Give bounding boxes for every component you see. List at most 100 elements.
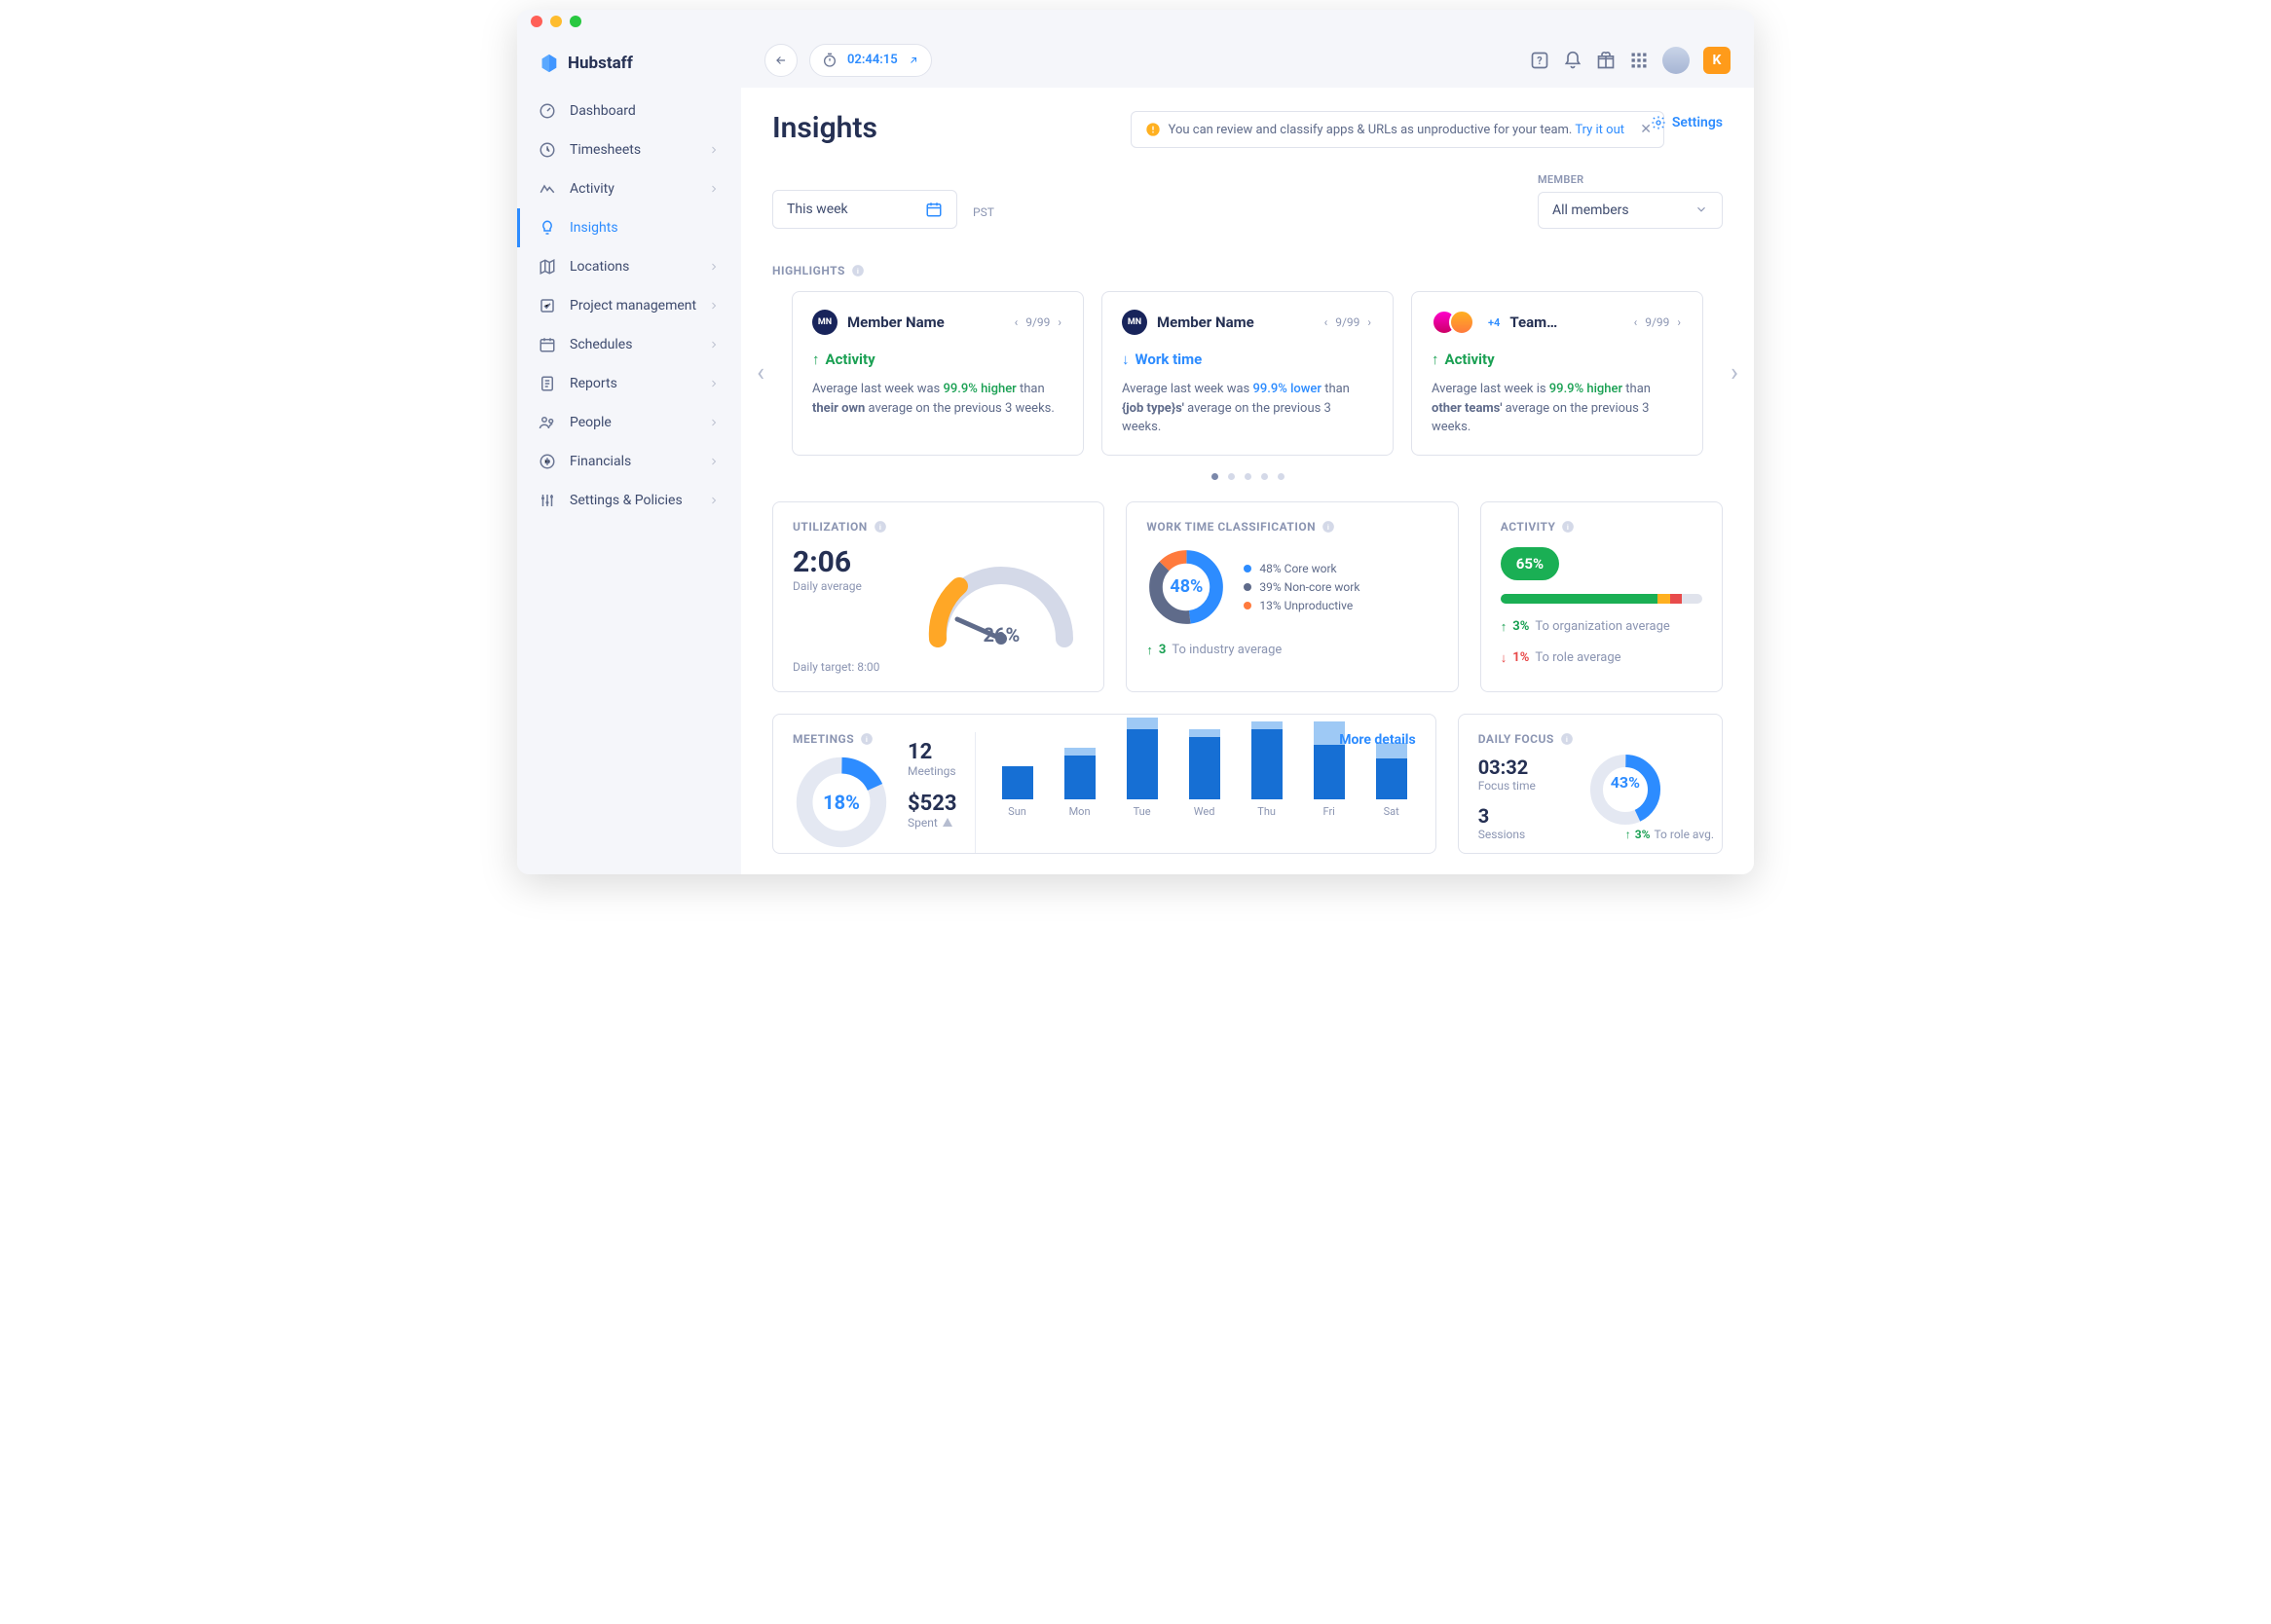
bar-column: Mon — [1056, 748, 1104, 818]
warning-icon — [942, 817, 953, 829]
nav-item-financials[interactable]: Financials — [517, 442, 741, 481]
svg-text:i: i — [879, 522, 881, 531]
info-icon[interactable]: i — [874, 520, 887, 534]
chevron-right-icon — [708, 144, 720, 156]
member-badge: MN — [1122, 310, 1147, 335]
user-avatar[interactable] — [1662, 47, 1690, 74]
date-range-picker[interactable]: This week — [772, 190, 957, 229]
nav-item-people[interactable]: People — [517, 403, 741, 442]
legend-item: 13% Unproductive — [1244, 599, 1359, 612]
bar — [1189, 729, 1220, 799]
highlights-section-label: HIGHLIGHTS i — [772, 264, 1723, 277]
wtc-legend: 48% Core work 39% Non-core work 13% Unprod… — [1244, 557, 1359, 617]
panel-title: MEETINGS — [793, 732, 854, 746]
info-icon[interactable]: i — [1560, 732, 1574, 746]
bar-column: Sun — [993, 766, 1042, 818]
meeting-stat: $523Spent — [908, 792, 957, 830]
nav-icon — [539, 102, 556, 120]
bar — [1002, 766, 1033, 799]
notice-text: You can review and classify apps & URLs … — [1169, 123, 1576, 137]
dot[interactable] — [1278, 473, 1284, 480]
chevron-right-icon — [708, 378, 720, 389]
bar — [1376, 743, 1407, 799]
brand-name: Hubstaff — [568, 54, 633, 73]
work-time-classification-panel: WORK TIME CLASSIFICATIONi 48% 48% Co — [1126, 501, 1458, 692]
activity-bar — [1501, 594, 1702, 604]
nav-item-locations[interactable]: Locations — [517, 247, 741, 286]
window-maximize-dot[interactable] — [570, 16, 581, 27]
brand: Hubstaff — [517, 41, 741, 92]
nav-item-settings-policies[interactable]: Settings & Policies — [517, 481, 741, 520]
highlight-card: +4Team…‹9/99›↑ActivityAverage last week … — [1411, 291, 1703, 456]
stopwatch-icon — [822, 53, 838, 68]
bar-column: Sat — [1367, 743, 1416, 818]
gift-icon[interactable] — [1596, 51, 1616, 70]
chevron-right-icon[interactable]: › — [1675, 314, 1683, 331]
meetings-more-details-link[interactable]: More details — [1339, 732, 1415, 748]
nav-icon — [539, 258, 556, 276]
nav-item-project-management[interactable]: Project management — [517, 286, 741, 325]
bar-label: Fri — [1323, 805, 1335, 818]
team-avatar-stack — [1432, 310, 1474, 335]
chevron-left-icon[interactable]: ‹ — [1632, 314, 1640, 331]
nav-icon — [539, 453, 556, 470]
chevron-left-icon[interactable]: ‹ — [1322, 314, 1330, 331]
calendar-icon — [925, 201, 943, 218]
dot[interactable] — [1228, 473, 1235, 480]
apps-grid-icon[interactable] — [1629, 51, 1649, 70]
info-icon[interactable]: i — [1322, 520, 1335, 534]
wtc-compare: ↑3 To industry average — [1146, 643, 1437, 658]
info-icon[interactable]: i — [860, 732, 874, 746]
window-minimize-dot[interactable] — [550, 16, 562, 27]
member-select[interactable]: All members — [1538, 192, 1723, 229]
chevron-right-icon[interactable]: › — [1365, 314, 1373, 331]
team-more-count: +4 — [1488, 316, 1500, 329]
daily-focus-panel: DAILY FOCUSi 03:32 Focus time 3 Sessions — [1458, 714, 1723, 854]
nav-item-activity[interactable]: Activity — [517, 169, 741, 208]
highlights-next-button[interactable]: › — [1723, 358, 1746, 388]
info-icon[interactable]: i — [851, 264, 865, 277]
window-close-dot[interactable] — [531, 16, 542, 27]
settings-link[interactable]: Settings — [1651, 115, 1723, 130]
info-icon[interactable]: i — [1561, 520, 1575, 534]
gear-icon — [1651, 115, 1666, 130]
timer-widget[interactable]: 02:44:15 — [809, 44, 932, 77]
panel-title: WORK TIME CLASSIFICATION — [1146, 520, 1316, 534]
nav-item-insights[interactable]: Insights — [517, 208, 741, 247]
bar — [1127, 718, 1158, 799]
bell-icon[interactable] — [1563, 51, 1582, 70]
nav-item-reports[interactable]: Reports — [517, 364, 741, 403]
chevron-left-icon[interactable]: ‹ — [1013, 314, 1021, 331]
notice-link[interactable]: Try it out — [1575, 123, 1624, 137]
activity-panel: ACTIVITYi 65% ↑3%To organization average… — [1480, 501, 1723, 692]
nav-item-schedules[interactable]: Schedules — [517, 325, 741, 364]
dot[interactable] — [1211, 473, 1218, 480]
nav-item-dashboard[interactable]: Dashboard — [517, 92, 741, 130]
timer-value: 02:44:15 — [847, 53, 898, 67]
focus-sessions-label: Sessions — [1478, 828, 1574, 841]
bar-label: Tue — [1134, 805, 1151, 818]
bar-label: Mon — [1069, 805, 1091, 818]
legend-item: 48% Core work — [1244, 562, 1359, 575]
chevron-right-icon[interactable]: › — [1056, 314, 1063, 331]
meetings-donut-center: 18% — [793, 754, 890, 851]
focus-time-label: Focus time — [1478, 779, 1574, 793]
help-icon[interactable]: ? — [1530, 51, 1549, 70]
back-button[interactable] — [764, 44, 798, 77]
nav-item-timesheets[interactable]: Timesheets — [517, 130, 741, 169]
legend-item: 39% Non-core work — [1244, 580, 1359, 594]
user-badge[interactable]: K — [1703, 47, 1731, 74]
bar-label: Sat — [1384, 805, 1399, 818]
highlight-title: Team… — [1509, 314, 1621, 331]
highlight-metric: ↑Activity — [812, 351, 1063, 368]
dot[interactable] — [1245, 473, 1251, 480]
highlights-prev-button[interactable]: ‹ — [749, 358, 772, 388]
highlight-card: MNMember Name‹9/99›↑ActivityAverage last… — [792, 291, 1084, 456]
panel-title: ACTIVITY — [1501, 520, 1556, 534]
bar-label: Wed — [1194, 805, 1215, 818]
activity-compare: ↓1%To role average — [1501, 650, 1702, 666]
focus-sessions-value: 3 — [1478, 804, 1574, 828]
highlight-pager: ‹9/99› — [1322, 314, 1373, 331]
svg-text:i: i — [1567, 522, 1569, 531]
dot[interactable] — [1261, 473, 1268, 480]
